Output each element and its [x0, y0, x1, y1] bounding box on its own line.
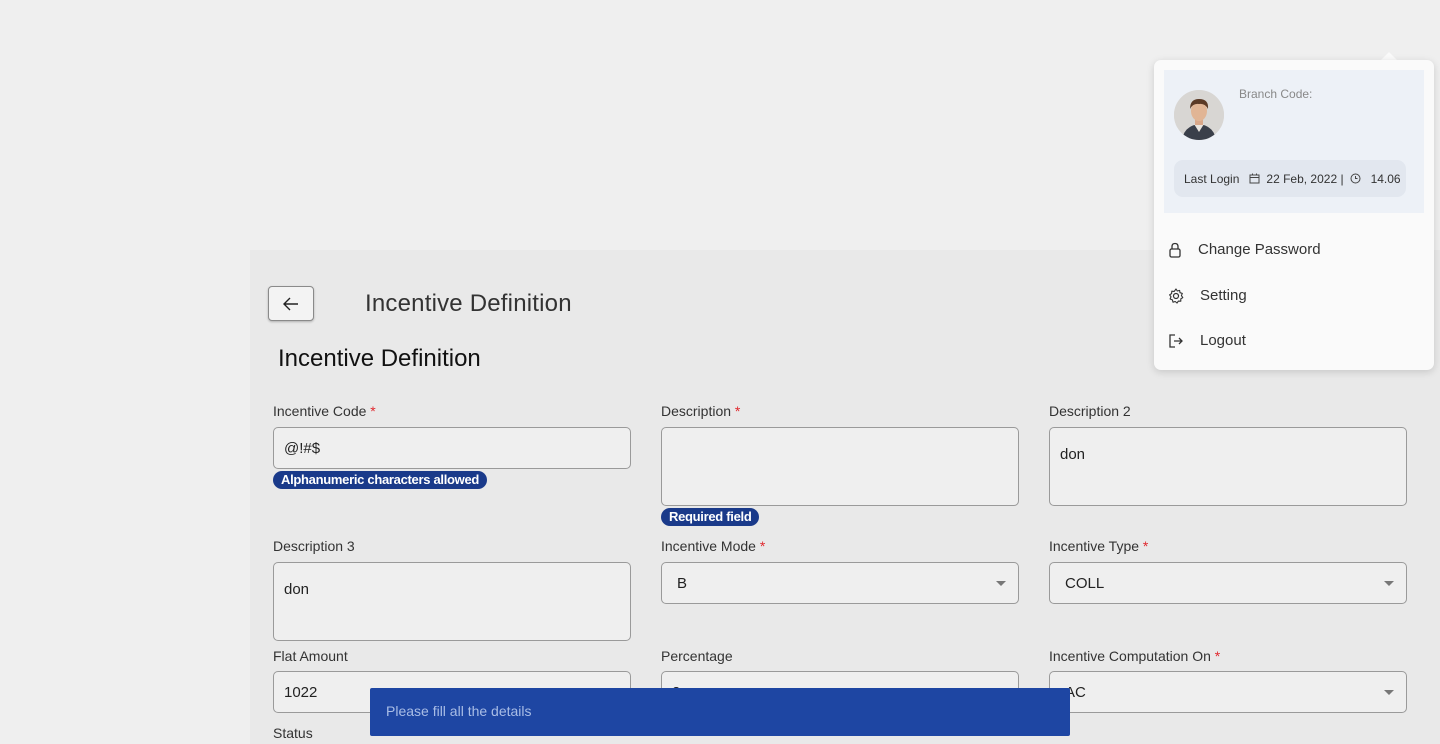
- incentive-type-value: COLL: [1065, 574, 1105, 592]
- incentive-type-select[interactable]: COLL: [1049, 562, 1407, 604]
- incentive-code-label: Incentive Code *: [273, 403, 376, 419]
- arrow-left-icon: [283, 297, 298, 310]
- percentage-label: Percentage: [661, 648, 733, 664]
- toast-notification: Please fill all the details: [370, 688, 1070, 736]
- status-label: Status: [273, 725, 313, 741]
- last-login-date: 22 Feb, 2022 |: [1266, 171, 1344, 186]
- logout-icon: [1169, 333, 1183, 348]
- incentive-mode-label: Incentive Mode *: [661, 538, 766, 554]
- menu-item-setting[interactable]: Setting: [1168, 287, 1247, 304]
- incentive-code-value: @!#$: [284, 439, 321, 457]
- incentive-mode-value: B: [677, 574, 688, 592]
- chevron-down-icon: [1384, 690, 1394, 695]
- description-textarea[interactable]: [661, 427, 1019, 506]
- required-field-badge: Required field: [661, 508, 760, 526]
- description2-textarea[interactable]: don: [1049, 427, 1407, 506]
- branch-code-label: Branch Code:: [1239, 87, 1313, 101]
- description3-textarea[interactable]: don: [273, 562, 631, 641]
- back-button[interactable]: [268, 286, 314, 321]
- profile-header: Branch Code: Last Login 22 Feb, 2022 | 1…: [1164, 70, 1424, 213]
- flat-amount-label: Flat Amount: [273, 648, 348, 664]
- incentive-type-label: Incentive Type *: [1049, 538, 1149, 554]
- chevron-down-icon: [1384, 581, 1394, 586]
- last-login-time: 14.06: [1370, 171, 1401, 186]
- computation-on-select[interactable]: AC: [1049, 671, 1407, 713]
- description3-label: Description 3: [273, 538, 355, 554]
- alphanumeric-hint-badge: Alphanumeric characters allowed: [273, 471, 488, 489]
- menu-item-label: Setting: [1200, 287, 1247, 304]
- calendar-icon: [1249, 173, 1260, 184]
- gear-icon: [1169, 287, 1184, 304]
- chevron-down-icon: [996, 581, 1006, 586]
- avatar: [1174, 90, 1224, 140]
- description2-label: Description 2: [1049, 403, 1131, 419]
- section-title: Incentive Definition: [278, 345, 481, 372]
- profile-menu: Branch Code: Last Login 22 Feb, 2022 | 1…: [1154, 60, 1434, 370]
- flat-amount-value: 1022: [284, 683, 318, 701]
- clock-icon: [1350, 173, 1361, 184]
- menu-item-label: Change Password: [1198, 241, 1321, 258]
- incentive-mode-select[interactable]: B: [661, 562, 1019, 604]
- last-login-info: Last Login 22 Feb, 2022 | 14.06: [1174, 160, 1406, 197]
- lock-icon: [1169, 242, 1181, 258]
- page-title: Incentive Definition: [365, 290, 572, 317]
- last-login-label: Last Login: [1184, 171, 1240, 186]
- menu-item-change-password[interactable]: Change Password: [1168, 241, 1321, 258]
- incentive-code-input[interactable]: @!#$: [273, 427, 631, 469]
- description-label: Description *: [661, 403, 741, 419]
- menu-item-label: Logout: [1200, 332, 1246, 349]
- menu-item-logout[interactable]: Logout: [1168, 332, 1246, 349]
- computation-on-label: Incentive Computation On *: [1049, 648, 1221, 664]
